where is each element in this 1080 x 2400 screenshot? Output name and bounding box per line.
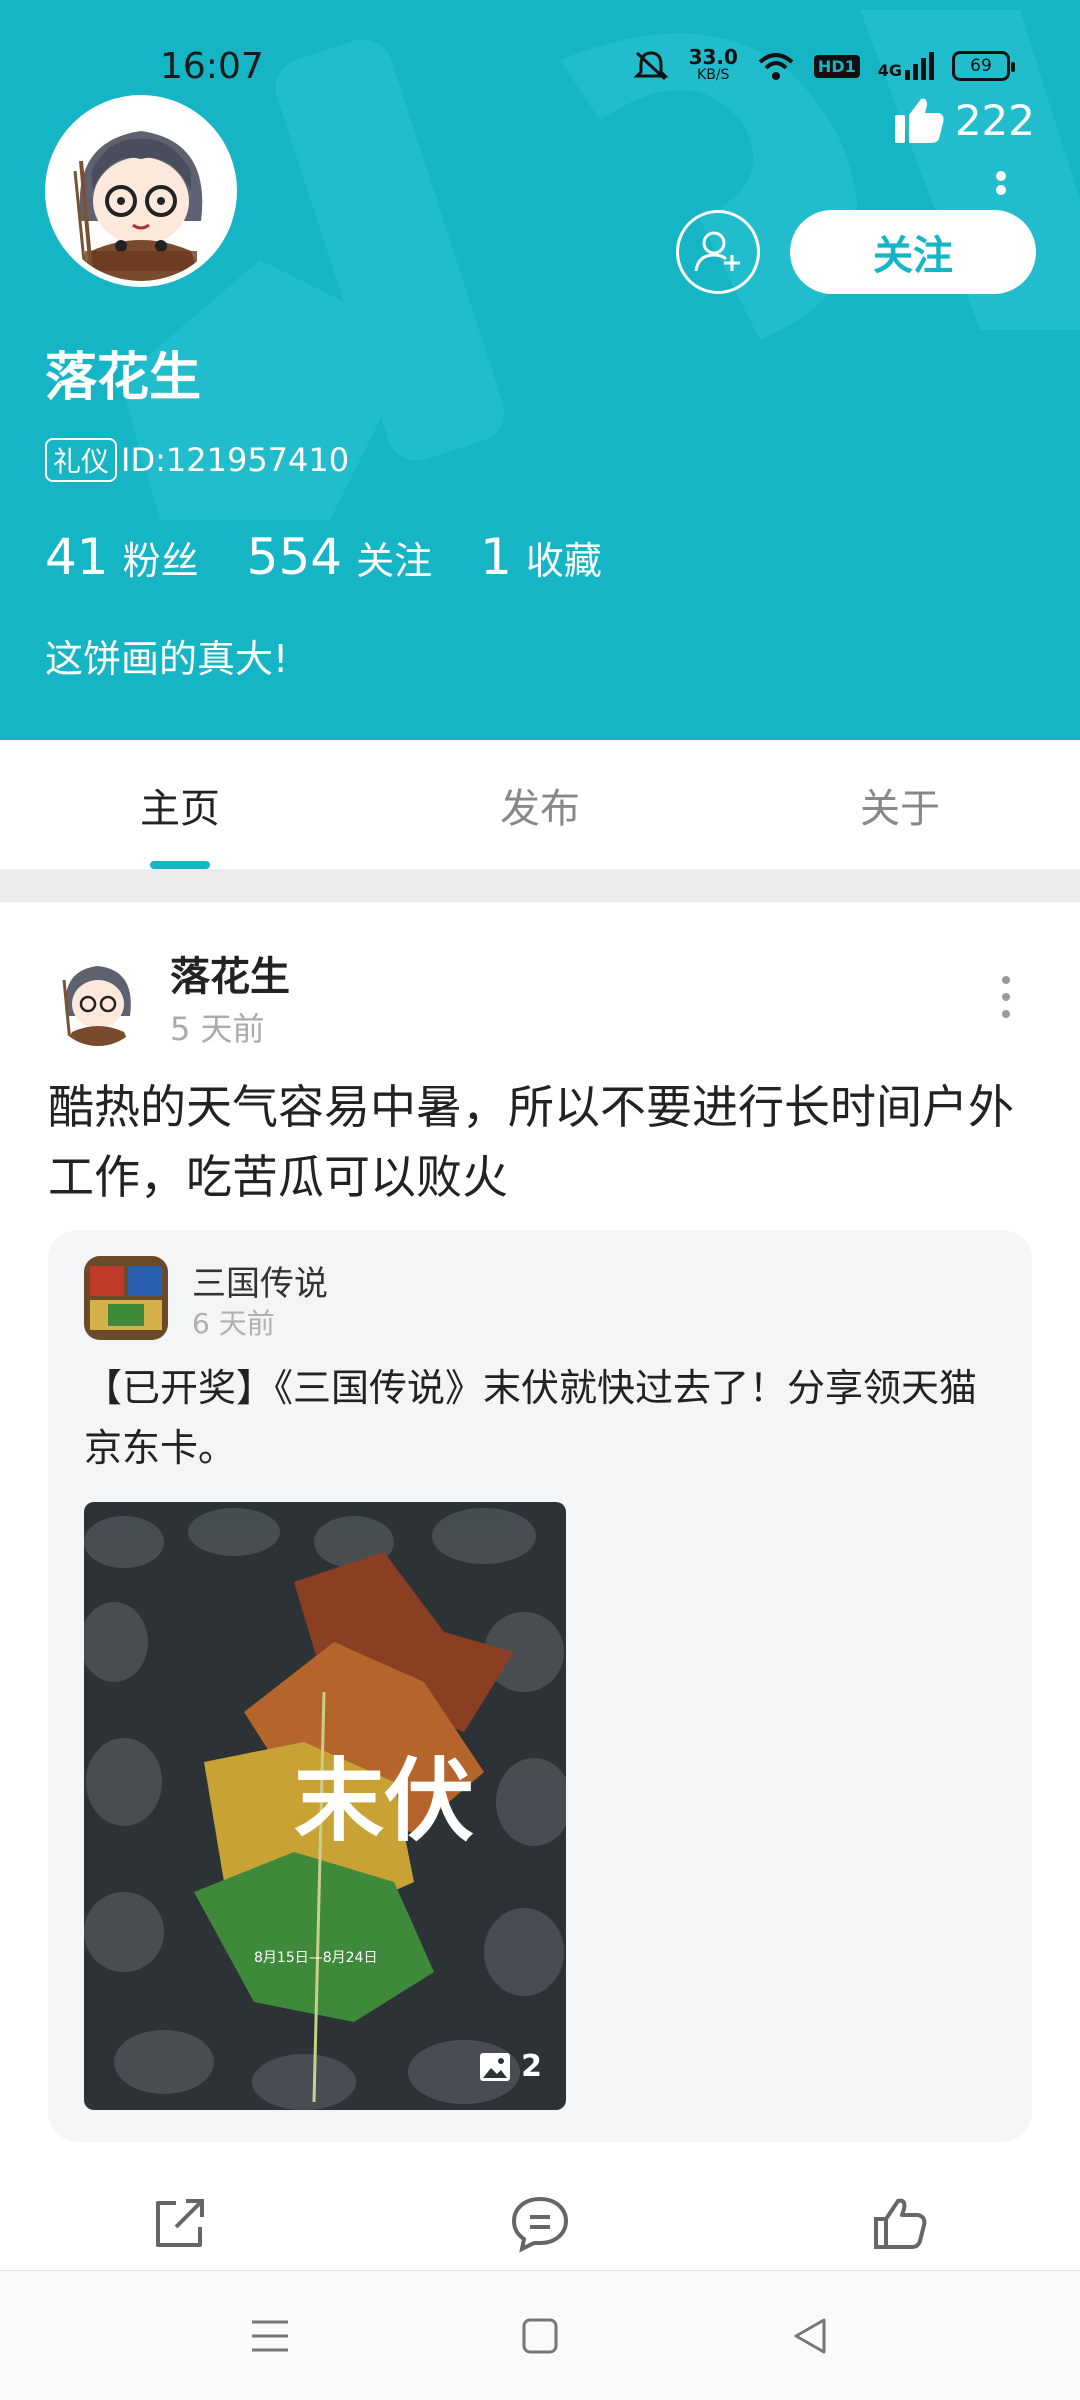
signal-icon: 4G [878, 52, 934, 80]
tab-label: 关于 [860, 785, 940, 832]
post-more-icon[interactable] [998, 974, 1014, 1020]
tab-posts[interactable]: 发布 [360, 740, 720, 869]
status-bar: 16:07 33.0 KB/S HD1 4G 69 [0, 40, 1080, 96]
share-button[interactable] [0, 2168, 360, 2278]
stat-label: 粉丝 [122, 539, 199, 583]
tab-home[interactable]: 主页 [0, 740, 360, 869]
likes-count: 222 [954, 95, 1035, 145]
home-square-icon [522, 2318, 558, 2353]
feed-post: 落花生 5 天前 酷热的天气容易中暑，所以不要进行长时间户外工作，吃苦瓜可以败火… [0, 902, 1080, 2270]
shared-source-name: 三国传说 [192, 1264, 328, 1304]
game-logo-icon [84, 1256, 168, 1340]
image-icon [480, 2052, 511, 2081]
stat-label: 收藏 [525, 539, 602, 583]
status-time: 16:07 [160, 46, 264, 87]
image-count-badge: 2 [479, 2049, 542, 2084]
stat-following[interactable]: 554 关注 [247, 528, 432, 586]
shared-source-time: 6 天前 [192, 1307, 275, 1340]
hd-icon: HD1 [813, 54, 860, 78]
post-author-avatar[interactable] [50, 950, 146, 1046]
profile-bio: 这饼画的真大! [45, 637, 289, 681]
image-count: 2 [521, 2049, 542, 2084]
likes-counter[interactable]: 222 [893, 95, 1035, 145]
stat-number: 554 [246, 528, 343, 586]
comment-button[interactable] [360, 2168, 720, 2278]
comment-icon [511, 2196, 569, 2253]
follow-button[interactable]: 关注 [790, 210, 1036, 294]
shared-post-text: 【已开奖】《三国传说》末伏就快过去了！分享领天猫京东卡。 [84, 1366, 978, 1470]
profile-stats: 41 粉丝 554 关注 1 收藏 [45, 528, 650, 586]
game-icon [84, 1256, 168, 1340]
nav-menu-button[interactable] [240, 2306, 300, 2366]
tab-about[interactable]: 关于 [720, 740, 1080, 869]
profile-tabs: 主页 发布 关于 [0, 740, 1080, 870]
shared-post-image[interactable]: 末伏 8月15日—8月24日 2 [84, 1502, 566, 2110]
user-id-row: 礼仪 ID:121957410 [45, 438, 349, 482]
nav-back-button[interactable] [780, 2306, 840, 2366]
wifi-icon [758, 53, 794, 80]
stat-followers[interactable]: 41 粉丝 [45, 528, 199, 586]
post-text: 酷热的天气容易中暑，所以不要进行长时间户外工作，吃苦瓜可以败火 [48, 1080, 1014, 1204]
back-triangle-icon [794, 2318, 826, 2353]
avatar-illustration [51, 101, 231, 281]
network-speed: 33.0 KB/S [688, 45, 738, 83]
active-tab-indicator [150, 861, 210, 869]
tab-label: 主页 [140, 785, 220, 832]
post-author-name[interactable]: 落花生 [170, 944, 290, 1002]
add-friend-button[interactable] [676, 210, 760, 294]
avatar-illustration [50, 950, 146, 1046]
role-badge: 礼仪 [45, 438, 118, 482]
nav-home-button[interactable] [510, 2306, 570, 2366]
stat-label: 关注 [356, 539, 433, 583]
mute-bell-icon [632, 51, 669, 81]
battery-icon: 69 [952, 51, 1015, 81]
user-id: ID:121957410 [121, 441, 350, 479]
profile-header: 16:07 33.0 KB/S HD1 4G 69 222 关注 落花生 礼仪 … [0, 0, 1080, 740]
post-time: 5 天前 [170, 1010, 265, 1048]
add-user-icon [694, 231, 740, 272]
section-divider [0, 870, 1080, 902]
stat-number: 41 [45, 528, 109, 586]
more-options-icon[interactable] [994, 170, 1008, 210]
system-nav-bar [0, 2270, 1080, 2400]
share-icon [156, 2199, 204, 2247]
like-button[interactable] [720, 2168, 1080, 2278]
status-icons: 33.0 KB/S HD1 4G 69 [631, 45, 1015, 84]
shared-post-card[interactable]: 三国传说 6 天前 【已开奖】《三国传说》末伏就快过去了！分享领天猫京东卡。 末… [48, 1230, 1032, 2142]
profile-avatar[interactable] [45, 95, 237, 287]
stat-favorites[interactable]: 1 收藏 [480, 528, 602, 586]
profile-username: 落花生 [45, 348, 202, 408]
image-title-text: 末伏 [294, 1748, 474, 1854]
thumbs-up-icon [874, 2198, 927, 2249]
stat-number: 1 [480, 528, 512, 586]
thumbs-up-icon [894, 98, 944, 143]
post-actions [0, 2168, 1080, 2278]
tab-label: 发布 [500, 785, 580, 832]
autumn-leaves-image: 末伏 8月15日—8月24日 [84, 1502, 566, 2110]
menu-icon [252, 2320, 288, 2351]
image-date-text: 8月15日—8月24日 [254, 1950, 377, 1966]
